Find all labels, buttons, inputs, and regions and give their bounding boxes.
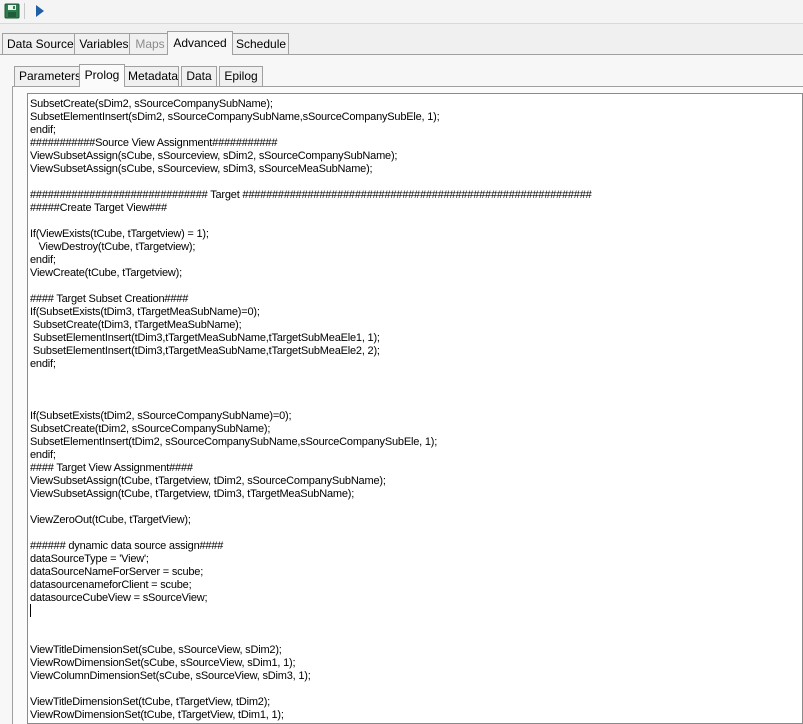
tab-parameters[interactable]: Parameters: [14, 66, 82, 86]
code-line: SubsetCreate(tDim3, tTargetMeaSubName);: [30, 319, 242, 331]
code-line: #### Target View Assignment####: [30, 462, 193, 474]
tab-data-source[interactable]: Data Source: [2, 33, 76, 54]
tab-schedule[interactable]: Schedule: [231, 33, 289, 54]
tab-maps[interactable]: Maps: [129, 33, 171, 54]
code-line: datasourceCubeView = sSourceView;: [30, 592, 208, 604]
code-line: ViewRowDimensionSet(tCube, tTargetView, …: [30, 709, 284, 721]
code-line: ViewTitleDimensionSet(tCube, tTargetView…: [30, 696, 271, 708]
code-line: endif;: [30, 254, 56, 266]
code-line: datasourcenameforClient = scube;: [30, 579, 192, 591]
tab-data[interactable]: Data: [181, 66, 217, 86]
code-line: If(SubsetExists(tDim2, sSourceCompanySub…: [30, 410, 292, 422]
code-line: ViewSubsetAssign(tCube, tTargetview, tDi…: [30, 475, 386, 487]
code-line: SubsetElementInsert(tDim3,tTargetMeaSubN…: [30, 345, 380, 357]
code-line: ViewCreate(tCube, tTargetview);: [30, 267, 182, 279]
code-line: ###########Source View Assignment#######…: [30, 137, 278, 149]
run-icon[interactable]: [30, 2, 48, 20]
code-line: ViewDestroy(tCube, tTargetview);: [30, 241, 196, 253]
code-line: ###### dynamic data source assign####: [30, 540, 224, 552]
code-line: SubsetElementInsert(sDim2, sSourceCompan…: [30, 111, 440, 123]
text-caret: [30, 604, 31, 617]
code-line: endif;: [30, 449, 56, 461]
code-editor[interactable]: SubsetCreate(sDim2, sSourceCompanySubNam…: [27, 93, 803, 724]
tab-epilog[interactable]: Epilog: [219, 66, 263, 86]
code-line: If(SubsetExists(tDim3, tTargetMeaSubName…: [30, 306, 260, 318]
code-line: SubsetElementInsert(tDim3,tTargetMeaSubN…: [30, 332, 380, 344]
tab-variables[interactable]: Variables: [74, 33, 134, 54]
code-line: SubsetCreate(sDim2, sSourceCompanySubNam…: [30, 98, 273, 110]
code-line: #####Create Target View###: [30, 202, 167, 214]
code-line: ViewColumnDimensionSet(sCube, sSourceVie…: [30, 670, 311, 682]
code-line: SubsetCreate(tDim2, sSourceCompanySubNam…: [30, 423, 271, 435]
tab-metadata[interactable]: Metadata: [123, 66, 179, 86]
sub-tab-strip: Parameters Prolog Metadata Data Epilog: [0, 64, 803, 87]
code-line: ViewSubsetAssign(sCube, sSourceview, sDi…: [30, 163, 373, 175]
code-line: If(ViewExists(tCube, tTargetview) = 1);: [30, 228, 209, 240]
code-line: dataSourceNameForServer = scube;: [30, 566, 204, 578]
save-icon[interactable]: [3, 2, 21, 20]
code-line: #### Target Subset Creation####: [30, 293, 189, 305]
code-line: ViewRowDimensionSet(sCube, sSourceView, …: [30, 657, 296, 669]
code-line: ViewSubsetAssign(sCube, sSourceview, sDi…: [30, 150, 398, 162]
code-line: ViewTitleDimensionSet(sCube, sSourceView…: [30, 644, 282, 656]
tab-prolog[interactable]: Prolog: [79, 64, 125, 87]
code-line: dataSourceType = 'View';: [30, 553, 149, 565]
code-line: ############################## Target ##…: [30, 189, 592, 201]
toolbar: [0, 0, 803, 24]
code-line: ViewZeroOut(tCube, tTargetView);: [30, 514, 191, 526]
code-text[interactable]: SubsetCreate(sDim2, sSourceCompanySubNam…: [30, 98, 802, 723]
code-line: endif;: [30, 358, 56, 370]
code-line: ViewSubsetAssign(tCube, tTargetview, tDi…: [30, 488, 355, 500]
tab-advanced[interactable]: Advanced: [167, 31, 233, 55]
code-line: endif;: [30, 124, 56, 136]
code-line: SubsetElementInsert(tDim2, sSourceCompan…: [30, 436, 438, 448]
toolbar-separator: [24, 3, 25, 19]
main-tab-strip: Data Source Variables Maps Advanced Sche…: [0, 31, 803, 55]
